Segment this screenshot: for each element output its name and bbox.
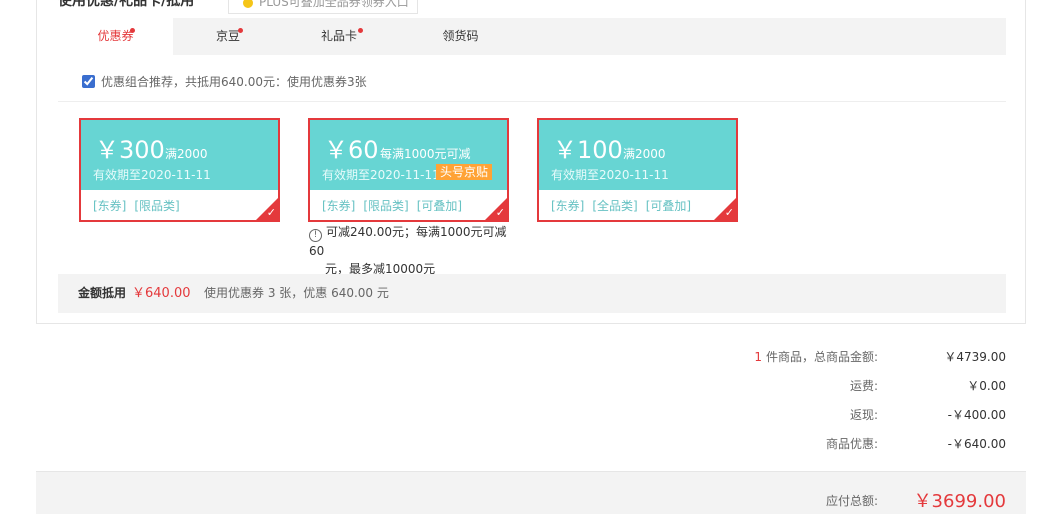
rebate-value: -￥400.00 [947, 408, 1006, 422]
tab-label: 领货码 [442, 29, 479, 43]
tab-label: 礼品卡 [320, 29, 357, 43]
coupon-tag[interactable]: [东券] [93, 199, 126, 213]
checkmark-icon: ✓ [495, 206, 505, 219]
discount-label: 商品优惠: [825, 437, 878, 451]
discount-value: -￥640.00 [947, 437, 1006, 451]
total-items-row: 1 件商品，总商品金额: ￥4739.00 [600, 347, 1006, 367]
tab-label: 京豆 [215, 29, 240, 43]
payable-label: 应付总额: [825, 494, 878, 508]
rebate-label: 返现: [849, 408, 878, 422]
coupon-tags: [东券] [限品类] [93, 197, 188, 214]
coupon-tag[interactable]: [可叠加] [646, 199, 691, 213]
plus-tip-text: PLUS可叠加全品券领券入口 [259, 0, 409, 9]
tab-bar: 优惠券 京豆 礼品卡 领货码 [58, 18, 1006, 55]
rebate-row: 返现: -￥400.00 [600, 405, 1006, 425]
checkmark-icon: ✓ [266, 206, 276, 219]
coupon-amount: ￥100 [553, 136, 623, 164]
items-label: 件商品，总商品金额: [765, 350, 878, 364]
combo-text: 优惠组合推荐，共抵用640.00元：使用优惠券3张 [101, 75, 367, 89]
deduction-amount: ￥640.00 [132, 286, 191, 301]
discount-row: 商品优惠: -￥640.00 [600, 434, 1006, 454]
coupon-note: ! 可减240.00元；每满1000元可减60 元，最多减10000元 [309, 223, 514, 278]
red-dot-icon [238, 28, 243, 33]
section-title[interactable]: 使用优惠/礼品卡/抵用 ^ [58, 0, 211, 10]
coupon-condition: 满2000 [165, 147, 208, 161]
divider [58, 101, 1006, 102]
coupon-head: ￥300 满2000 有效期至2020-11-11 [81, 120, 278, 190]
coupon-note-line1: 可减240.00元；每满1000元可减60 [309, 225, 507, 258]
coupon-card[interactable]: ￥100 满2000 有效期至2020-11-11 [东券] [全品类] [可叠加]… [537, 118, 738, 222]
coupon-tag[interactable]: [东券] [322, 199, 355, 213]
coupon-card[interactable]: ￥300 满2000 有效期至2020-11-11 [东券] [限品类] ✓ [79, 118, 280, 222]
coupon-tag[interactable]: [全品类] [592, 199, 637, 213]
tab-label: 优惠券 [97, 29, 134, 43]
shipping-label: 运费: [849, 379, 878, 393]
tab-pickup-code[interactable]: 领货码 [403, 18, 518, 55]
coupon-condition: 满2000 [623, 147, 666, 161]
shipping-row: 运费: ￥0.00 [600, 376, 1006, 396]
deduction-label: 金额抵用 [78, 286, 127, 300]
deduction-summary: 金额抵用 ￥640.00 使用优惠券 3 张，优惠 640.00 元 [58, 274, 1006, 313]
plus-tip[interactable]: PLUS可叠加全品券领券入口 [228, 0, 418, 14]
coupon-validity: 有效期至2020-11-11 [93, 168, 211, 182]
payable-bar: 应付总额: ￥3699.00 [36, 471, 1026, 514]
coupon-tags: [东券] [限品类] [可叠加] [322, 197, 470, 214]
coupon-amount: ￥60 [324, 136, 379, 164]
shipping-value: ￥0.00 [967, 379, 1006, 393]
coupon-tags: [东券] [全品类] [可叠加] [551, 197, 699, 214]
lightbulb-icon [243, 0, 253, 8]
info-icon: ! [309, 229, 322, 242]
coupon-tag[interactable]: [限品类] [363, 199, 408, 213]
combo-recommendation[interactable]: 优惠组合推荐，共抵用640.00元：使用优惠券3张 [82, 73, 367, 90]
tab-gift-card[interactable]: 礼品卡 [283, 18, 395, 55]
items-count: 1 [754, 350, 762, 364]
coupon-tag[interactable]: [限品类] [134, 199, 179, 213]
coupon-badge: 头号京贴 [436, 164, 493, 180]
tab-jingdou[interactable]: 京豆 [173, 18, 283, 55]
coupon-head: ￥60 每满1000元可减 有效期至2020-11-11 头号京贴 [310, 120, 507, 190]
red-dot-icon [358, 28, 363, 33]
coupon-condition: 每满1000元可减 [380, 147, 471, 161]
combo-checkbox[interactable] [82, 75, 95, 88]
coupon-tag[interactable]: [东券] [551, 199, 584, 213]
items-value: ￥4739.00 [944, 350, 1006, 364]
payable-value: ￥3699.00 [913, 491, 1006, 512]
tab-coupons[interactable]: 优惠券 [58, 18, 173, 55]
red-dot-icon [130, 28, 135, 33]
coupon-amount: ￥300 [95, 136, 165, 164]
deduction-desc: 使用优惠券 3 张，优惠 640.00 元 [204, 286, 389, 300]
coupon-card[interactable]: ￥60 每满1000元可减 有效期至2020-11-11 头号京贴 [东券] [限… [308, 118, 509, 222]
checkmark-icon: ✓ [724, 206, 734, 219]
coupon-validity: 有效期至2020-11-11 [322, 168, 440, 182]
coupon-validity: 有效期至2020-11-11 [551, 168, 669, 182]
coupon-tag[interactable]: [可叠加] [417, 199, 462, 213]
coupon-head: ￥100 满2000 有效期至2020-11-11 [539, 120, 736, 190]
